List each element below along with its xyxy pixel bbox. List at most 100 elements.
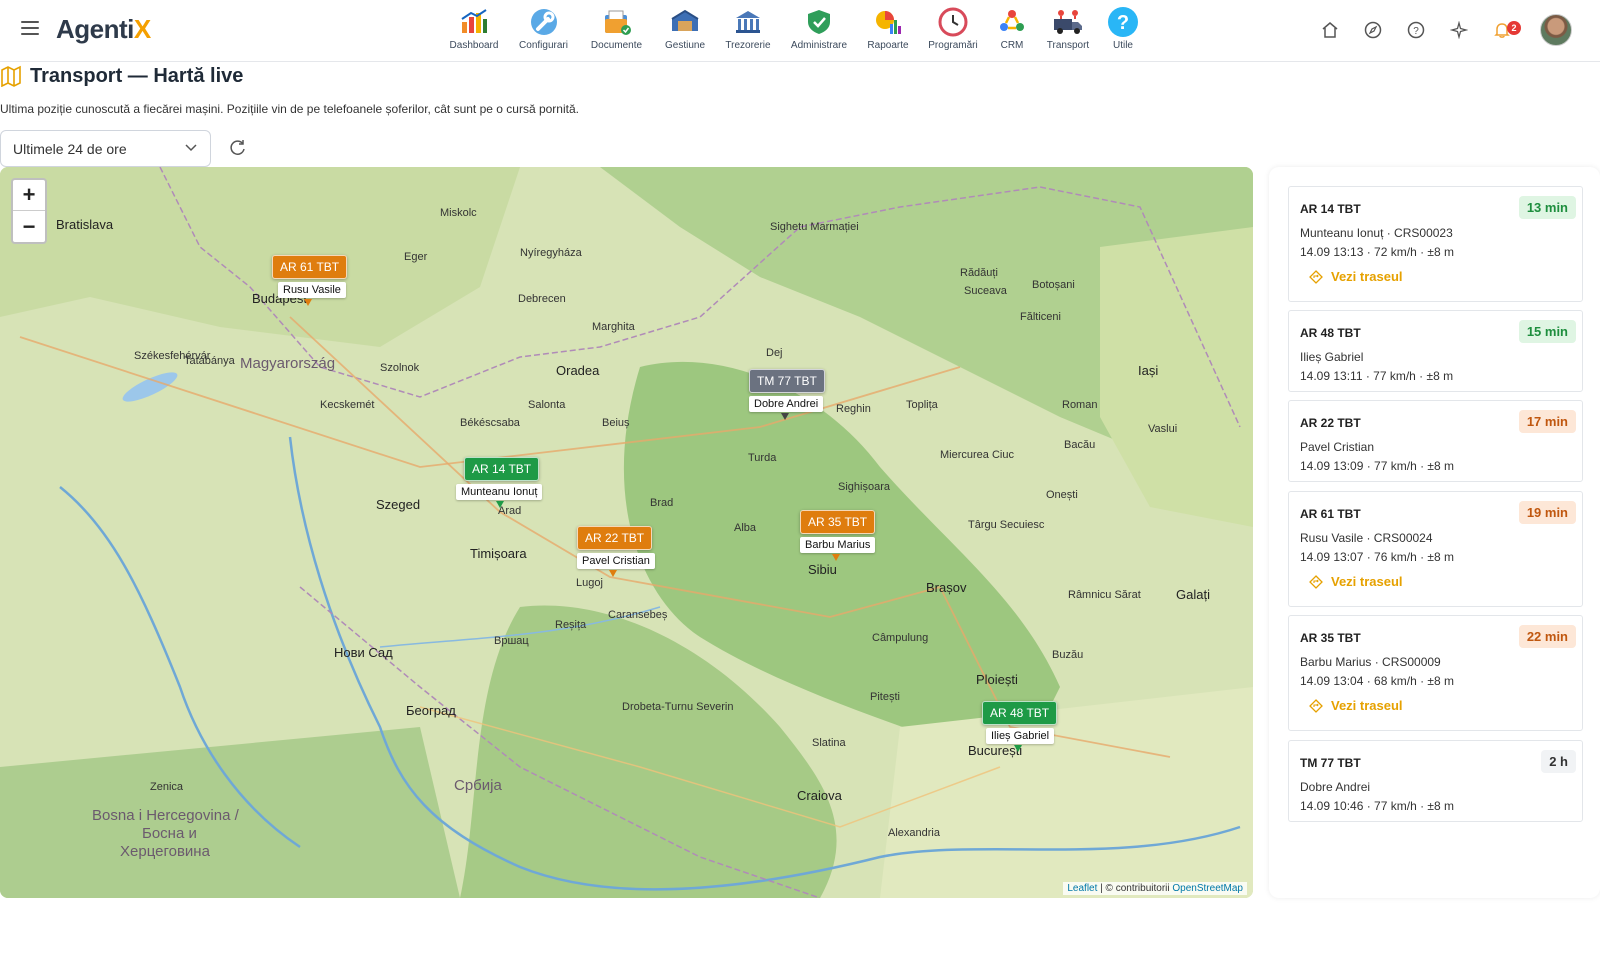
map-label: Rădăuți: [960, 267, 998, 279]
module-documente[interactable]: Documente: [580, 6, 653, 56]
module-gestiune[interactable]: Gestiune: [653, 6, 717, 56]
map-label: Oradea: [556, 363, 600, 378]
vehicle-card-ar48[interactable]: AR 48 TBT 15 min Ilieș Gabriel 14.09 13:…: [1288, 310, 1583, 392]
avatar[interactable]: [1540, 14, 1572, 46]
chevron-down-icon: [185, 144, 197, 152]
leaflet-link[interactable]: Leaflet: [1067, 883, 1097, 894]
marker-pin: [496, 501, 504, 508]
vehicle-card-ar14[interactable]: AR 14 TBT 13 min Munteanu Ionuț · CRS000…: [1288, 186, 1583, 302]
module-dashboard[interactable]: Dashboard: [441, 6, 507, 56]
bell-icon[interactable]: 2: [1489, 17, 1521, 43]
module-configurari[interactable]: Configurari: [507, 6, 580, 56]
map-label: Vaslui: [1148, 423, 1178, 435]
map-label: Србија: [454, 777, 502, 794]
module-administrare[interactable]: Administrare: [779, 6, 859, 56]
map-label: Bacău: [1064, 439, 1096, 451]
shield-icon: [803, 6, 835, 38]
map-label: Magyarország: [240, 355, 336, 372]
zoom-in-button[interactable]: +: [13, 180, 45, 211]
module-crm[interactable]: CRM: [989, 6, 1035, 56]
marker-plate: AR 35 TBT: [800, 510, 876, 534]
map-label: Босна и: [142, 825, 197, 842]
map-label: Reșița: [555, 619, 587, 631]
map-label: Marghita: [592, 321, 635, 333]
route-icon: [1309, 574, 1323, 589]
home-icon[interactable]: [1317, 17, 1343, 43]
svg-text:?: ?: [1413, 26, 1419, 37]
age-badge: 17 min: [1518, 410, 1576, 433]
marker-driver: Ilieș Gabriel: [986, 728, 1055, 744]
map-icon: [1, 65, 21, 87]
marker-driver: Pavel Cristian: [577, 553, 655, 569]
documents-icon: [601, 6, 633, 38]
marker-pin: [1014, 745, 1022, 752]
map-label: Târgu Secuiesc: [968, 519, 1045, 531]
map-label: Bratislava: [56, 217, 114, 232]
module-transport[interactable]: Transport: [1035, 6, 1101, 56]
vehicle-driver-course: Barbu Marius · CRS00009: [1300, 655, 1441, 669]
vehicle-plate: AR 61 TBT: [1300, 507, 1361, 521]
clock-icon: [937, 6, 969, 38]
age-badge: 15 min: [1518, 320, 1576, 343]
vehicle-card-ar22[interactable]: AR 22 TBT 17 min Pavel Cristian 14.09 13…: [1288, 400, 1583, 482]
map-label: Sibiu: [808, 562, 837, 577]
map-label: Lugoj: [576, 577, 603, 589]
live-map[interactable]: + − Bratislava Budapest Magyarország Mis…: [0, 167, 1253, 898]
vehicle-card-tm77[interactable]: TM 77 TBT 2 h Dobre Andrei 14.09 10:46 ·…: [1288, 740, 1583, 822]
map-label: Београд: [406, 703, 456, 718]
reports-icon: [872, 6, 904, 38]
map-label: Pitești: [870, 691, 900, 703]
marker-plate: AR 61 TBT: [272, 255, 348, 279]
map-label: Debrecen: [518, 293, 566, 305]
view-route-link[interactable]: Vezi traseul: [1309, 269, 1403, 284]
vehicle-driver-course: Dobre Andrei: [1300, 780, 1371, 794]
sparkles-icon[interactable]: [1446, 17, 1472, 43]
module-utile[interactable]: ? Utile: [1101, 6, 1145, 56]
map-label: Craiova: [797, 788, 842, 803]
warehouse-icon: [669, 6, 701, 38]
notification-badge: 2: [1507, 21, 1521, 35]
route-icon: [1309, 698, 1323, 713]
vehicle-position-info: 14.09 13:09 · 77 km/h · ±8 m: [1300, 459, 1454, 473]
age-badge: 22 min: [1518, 625, 1576, 648]
map-label: Miskolc: [440, 207, 477, 219]
map-label: Suceava: [964, 285, 1007, 297]
module-programari[interactable]: Programări: [917, 6, 989, 56]
top-navbar: AgentiX Dashboard Configurari Documente …: [0, 0, 1600, 62]
marker-driver: Dobre Andrei: [749, 396, 824, 412]
map-label: Nyíregyháza: [520, 247, 582, 259]
time-range-select[interactable]: Ultimele 24 de ore: [0, 130, 211, 167]
vehicle-position-info: 14.09 13:13 · 72 km/h · ±8 m: [1300, 245, 1454, 259]
menu-icon[interactable]: [21, 21, 39, 37]
map-label: Timișoara: [470, 546, 527, 561]
osm-link[interactable]: OpenStreetMap: [1172, 883, 1243, 894]
map-label: Fălticeni: [1020, 311, 1061, 323]
map-label: Alba: [734, 522, 757, 534]
vehicle-position-info: 14.09 13:11 · 77 km/h · ±8 m: [1300, 369, 1454, 383]
compass-icon[interactable]: [1360, 17, 1386, 43]
map-label: Miercurea Ciuc: [940, 449, 1014, 461]
age-badge: 13 min: [1518, 196, 1576, 219]
map-label: Galați: [1176, 587, 1210, 602]
page-subtitle: Ultima poziție cunoscută a fiecărei mași…: [0, 102, 579, 116]
vehicle-position-info: 14.09 13:07 · 76 km/h · ±8 m: [1300, 550, 1454, 564]
dashboard-icon: [458, 6, 490, 38]
question-icon[interactable]: ?: [1403, 17, 1429, 43]
map-label: Ploiești: [976, 672, 1018, 687]
zoom-out-button[interactable]: −: [13, 211, 45, 242]
module-rapoarte[interactable]: Rapoarte: [859, 6, 917, 56]
view-route-link[interactable]: Vezi traseul: [1309, 574, 1403, 589]
vehicle-card-ar61[interactable]: AR 61 TBT 19 min Rusu Vasile · CRS00024 …: [1288, 491, 1583, 607]
truck-icon: [1052, 6, 1084, 38]
map-label: Botoșani: [1032, 279, 1075, 291]
view-route-link[interactable]: Vezi traseul: [1309, 698, 1403, 713]
map-attribution: Leaflet | © contribuitorii OpenStreetMap: [1063, 882, 1247, 895]
map-label: Нови Сад: [334, 645, 393, 660]
map-label: Херцеговина: [120, 843, 210, 860]
map-label: Székesfehérvár: [134, 350, 211, 362]
refresh-icon[interactable]: [228, 138, 248, 158]
vehicle-card-ar35[interactable]: AR 35 TBT 22 min Barbu Marius · CRS00009…: [1288, 615, 1583, 731]
module-trezorerie[interactable]: Trezorerie: [717, 6, 779, 56]
map-label: Iași: [1138, 363, 1159, 378]
app-logo[interactable]: AgentiX: [56, 14, 151, 45]
